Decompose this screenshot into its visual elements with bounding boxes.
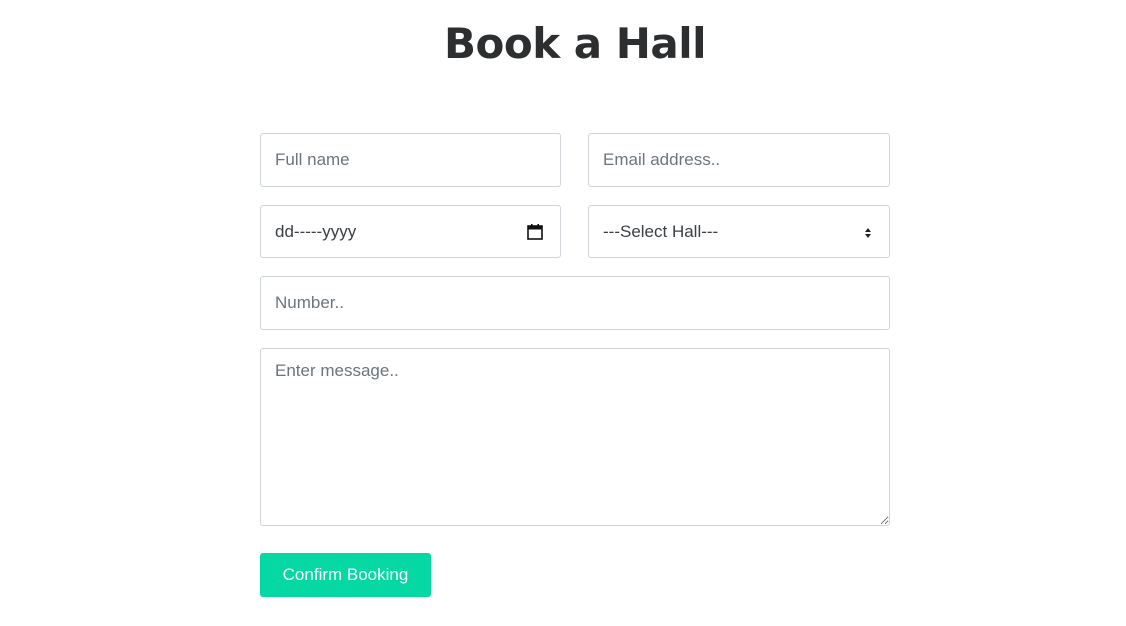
full-name-input[interactable] [260, 133, 561, 187]
message-textarea[interactable] [260, 348, 890, 526]
date-input[interactable]: dd-----yyyy [260, 205, 561, 258]
page-title: Book a Hall [443, 19, 707, 68]
number-input[interactable] [260, 276, 890, 330]
date-value: dd-----yyyy [275, 221, 357, 241]
up-down-arrows-icon [863, 225, 873, 239]
booking-page: Book a Hall dd-----yyyy ---Select Hall--… [0, 0, 1126, 626]
calendar-icon[interactable] [526, 223, 544, 241]
hall-select[interactable]: ---Select Hall--- [588, 205, 890, 258]
hall-select-value: ---Select Hall--- [603, 221, 719, 241]
confirm-booking-button[interactable]: Confirm Booking [260, 553, 431, 597]
email-input[interactable] [588, 133, 890, 187]
